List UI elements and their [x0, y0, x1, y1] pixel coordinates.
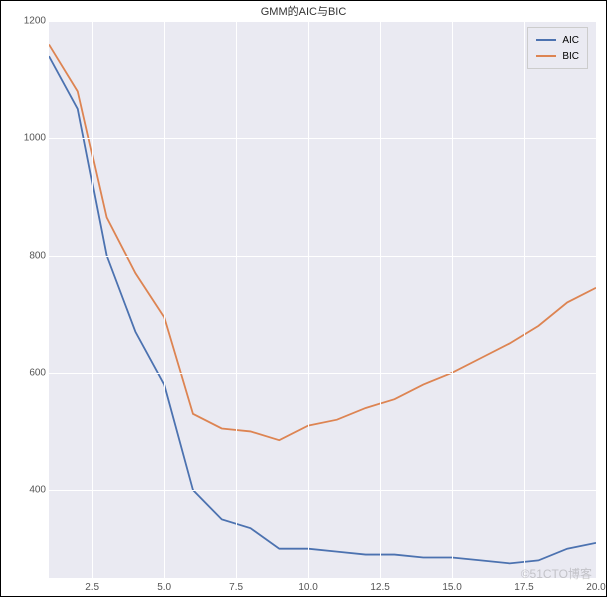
gridline-v	[308, 21, 309, 578]
chart-svg	[49, 21, 596, 578]
chart-title: GMM的AIC与BIC	[1, 3, 606, 19]
gridline-h	[49, 373, 596, 374]
gridline-h	[49, 21, 596, 22]
gridline-v	[524, 21, 525, 578]
gridline-v	[596, 21, 597, 578]
line-aic	[49, 56, 596, 563]
x-tick-label: 5.0	[157, 582, 171, 593]
gridline-h	[49, 256, 596, 257]
legend-item-aic: AIC	[536, 32, 579, 48]
gridline-v	[236, 21, 237, 578]
x-tick-label: 10.0	[298, 582, 317, 593]
chart-container: GMM的AIC与BIC AIC BIC ©51CTO博客 40060080010…	[0, 0, 607, 597]
legend-label-bic: BIC	[562, 51, 579, 62]
legend-swatch-aic	[536, 39, 556, 41]
line-bic	[49, 44, 596, 440]
y-tick-label: 600	[6, 367, 46, 378]
y-tick-label: 800	[6, 250, 46, 261]
y-tick-label: 400	[6, 485, 46, 496]
legend-item-bic: BIC	[536, 48, 579, 64]
x-tick-label: 2.5	[85, 582, 99, 593]
y-tick-label: 1000	[6, 133, 46, 144]
legend: AIC BIC	[527, 27, 588, 69]
plot-area	[49, 21, 596, 578]
x-tick-label: 12.5	[370, 582, 389, 593]
gridline-v	[380, 21, 381, 578]
x-tick-label: 17.5	[514, 582, 533, 593]
x-tick-label: 20.0	[586, 582, 605, 593]
gridline-v	[452, 21, 453, 578]
x-tick-label: 15.0	[442, 582, 461, 593]
gridline-h	[49, 138, 596, 139]
legend-swatch-bic	[536, 55, 556, 57]
gridline-v	[164, 21, 165, 578]
gridline-h	[49, 490, 596, 491]
y-tick-label: 1200	[6, 16, 46, 27]
legend-label-aic: AIC	[562, 35, 579, 46]
gridline-v	[92, 21, 93, 578]
x-tick-label: 7.5	[229, 582, 243, 593]
